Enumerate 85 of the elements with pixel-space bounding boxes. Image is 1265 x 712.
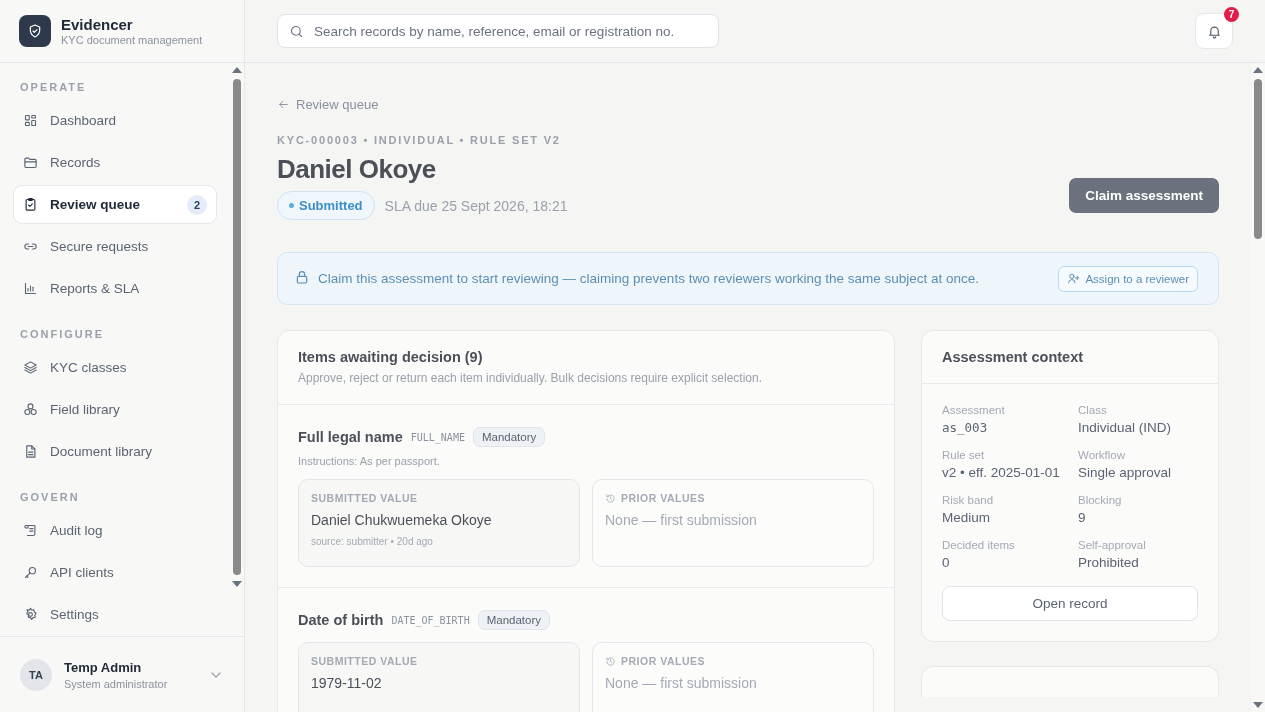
card-subtitle: Approve, reject or return each item individually. Bulk decisions require explicit selection. bbox=[298, 371, 763, 385]
bar-chart-icon bbox=[23, 281, 38, 296]
panel-label: PRIOR VALUES bbox=[621, 655, 705, 667]
nav-item[interactable]: KYC classes bbox=[13, 348, 217, 387]
panel-label: SUBMITTED VALUE bbox=[311, 655, 418, 667]
nav-item[interactable]: Review queue 2 bbox=[13, 185, 217, 224]
field-code: DATE_OF_BIRTH bbox=[391, 614, 470, 626]
open-record-button[interactable]: Open record bbox=[942, 586, 1198, 621]
field-label: Blocking bbox=[1078, 494, 1123, 506]
mandatory-tag: Mandatory bbox=[472, 427, 546, 447]
clipboard-icon bbox=[23, 197, 38, 212]
field-name: Date of birth bbox=[298, 612, 384, 628]
user-avatar: TA bbox=[20, 658, 52, 691]
field-name: Full legal name bbox=[298, 429, 403, 445]
nav-item[interactable]: Reports & SLA bbox=[13, 269, 217, 308]
banner-text: Claim this assessment to start reviewing — claiming prevents two reviewers working the same subject at once. bbox=[318, 271, 980, 286]
field-value: Prohibited bbox=[1078, 555, 1140, 570]
field-value: Individual (IND) bbox=[1078, 420, 1173, 435]
settings-icon bbox=[23, 607, 38, 622]
scrollbar[interactable] bbox=[1251, 63, 1265, 712]
status-badge: Submitted bbox=[277, 191, 375, 220]
field-value: Medium bbox=[942, 510, 991, 525]
nav-item[interactable]: API clients bbox=[13, 553, 217, 592]
submitted-value: 1979-11-02 bbox=[311, 675, 383, 691]
prior-value: None — first submission bbox=[605, 512, 758, 528]
field-label: Rule set bbox=[942, 449, 986, 461]
history-icon bbox=[605, 492, 616, 504]
field-value: 9 bbox=[1078, 510, 1087, 525]
count-badge: 2 bbox=[187, 194, 207, 215]
card-title: Items awaiting decision (9) bbox=[298, 349, 484, 365]
search-field[interactable]: Search records by name, reference, email or registration no. bbox=[312, 22, 707, 40]
field-value: Single approval bbox=[1078, 465, 1173, 480]
field-label: Assessment bbox=[942, 404, 1006, 416]
field-value: v2 • eff. 2025-01-01 bbox=[942, 465, 1061, 480]
field-value: 0 bbox=[942, 555, 951, 570]
panel-label: SUBMITTED VALUE bbox=[311, 492, 418, 504]
claim-button[interactable]: Claim assessment bbox=[1069, 178, 1219, 213]
shapes-icon bbox=[23, 402, 38, 417]
section-heading: CONFIGURE bbox=[19, 327, 105, 342]
assign-button[interactable]: Assign to a reviewer bbox=[1058, 265, 1198, 292]
app-name: Evidencer bbox=[61, 16, 134, 33]
field-instructions: Instructions: As per passport. bbox=[298, 455, 441, 467]
nav-item[interactable]: Records bbox=[13, 143, 217, 182]
lock-icon bbox=[294, 268, 310, 285]
prior-value: None — first submission bbox=[605, 675, 758, 691]
panel-label: PRIOR VALUES bbox=[621, 492, 705, 504]
scroll-icon bbox=[23, 523, 38, 538]
notification-badge: 7 bbox=[1224, 7, 1239, 22]
value-source: source: submitter • 20d ago bbox=[311, 536, 434, 547]
layers-icon bbox=[23, 360, 38, 375]
key-icon bbox=[23, 565, 38, 580]
logo-icon bbox=[19, 15, 51, 47]
nav-item[interactable]: Secure requests bbox=[13, 227, 217, 266]
search-icon bbox=[289, 23, 304, 39]
arrow-left-icon bbox=[277, 98, 290, 111]
user-plus-icon bbox=[1067, 272, 1081, 285]
field-value: as_003 bbox=[942, 420, 989, 435]
app-subtitle: KYC document management bbox=[61, 34, 203, 46]
nav-item[interactable]: Document library bbox=[13, 432, 217, 471]
submitted-value: Daniel Chukwuemeka Okoye bbox=[311, 512, 493, 528]
card-title: Assessment context bbox=[942, 349, 1085, 365]
field-code: FULL_NAME bbox=[410, 431, 465, 443]
sla-due: SLA due 25 Sept 2026, 18:21 bbox=[384, 197, 568, 214]
page-title: Daniel Okoye bbox=[277, 154, 437, 185]
folder-icon bbox=[23, 155, 38, 170]
search-box[interactable]: Search records by name, reference, email or registration no. bbox=[277, 14, 719, 48]
mandatory-tag: Mandatory bbox=[477, 610, 550, 630]
user-name: Temp Admin bbox=[64, 659, 143, 675]
nav-item[interactable]: Audit log bbox=[13, 511, 217, 550]
field-label: Decided items bbox=[942, 539, 1016, 551]
record-meta: KYC-000003 • INDIVIDUAL • RULE SET V2 bbox=[277, 134, 562, 146]
field-label: Self-approval bbox=[1078, 539, 1147, 551]
nav-item[interactable]: Field library bbox=[13, 390, 217, 429]
section-heading: GOVERN bbox=[19, 490, 81, 505]
nav-item[interactable]: Dashboard bbox=[13, 101, 217, 140]
bell-icon bbox=[1206, 23, 1222, 39]
field-label: Risk band bbox=[942, 494, 995, 506]
grid-icon bbox=[23, 113, 38, 128]
history-icon bbox=[605, 655, 616, 667]
section-heading: OPERATE bbox=[19, 80, 88, 95]
nav-item[interactable]: Settings bbox=[13, 595, 217, 634]
field-label: Workflow bbox=[1078, 449, 1127, 461]
user-role: System administrator bbox=[64, 677, 169, 690]
document-icon bbox=[23, 444, 38, 459]
field-label: Class bbox=[1078, 404, 1108, 416]
